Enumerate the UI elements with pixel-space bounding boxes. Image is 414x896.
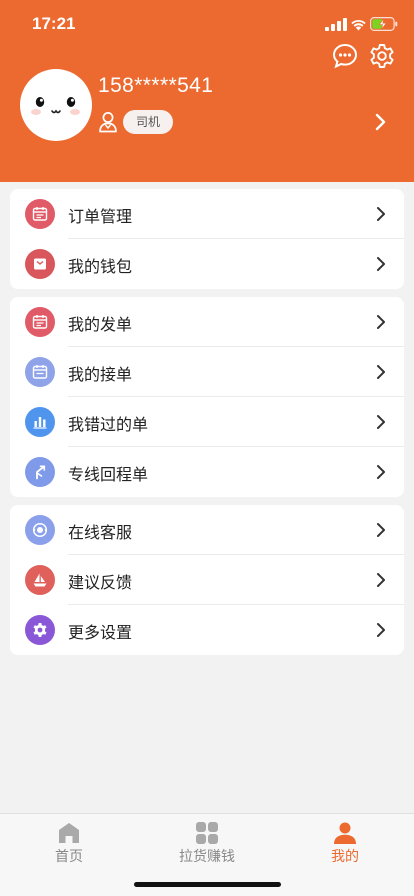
menu-item-label: 我的钱包 (68, 257, 133, 276)
tab-label: 拉货赚钱 (179, 849, 235, 865)
status-bar: 17:21 (0, 0, 414, 48)
tab-home[interactable]: 首页 (0, 814, 138, 874)
profile-header: 17:21 158*****541 司机 (0, 0, 414, 182)
menu-item-sent-orders[interactable]: 我的发单 (10, 297, 404, 347)
cellular-signal-icon (325, 18, 347, 31)
missed-orders-icon (25, 407, 55, 437)
menu-item-return-route-orders[interactable]: 专线回程单 (10, 447, 404, 497)
menu-item-label: 我错过的单 (68, 415, 149, 434)
menu-item-label: 在线客服 (68, 523, 133, 542)
battery-charging-icon (370, 17, 398, 31)
chevron-right-icon (377, 523, 385, 537)
menu-item-wallet[interactable]: 我的钱包 (10, 239, 404, 289)
home-icon (59, 823, 79, 843)
sent-orders-icon (25, 307, 55, 337)
avatar[interactable] (20, 69, 92, 141)
chevron-right-icon (377, 365, 385, 379)
driver-user-icon (99, 112, 117, 133)
chevron-right-icon (377, 315, 385, 329)
menu-item-label: 更多设置 (68, 623, 133, 642)
feedback-icon (25, 565, 55, 595)
menu-item-customer-service[interactable]: 在线客服 (10, 505, 404, 555)
menu-item-feedback[interactable]: 建议反馈 (10, 555, 404, 605)
role-badge: 司机 (123, 110, 173, 134)
chevron-right-icon (377, 465, 385, 479)
wallet-icon (25, 249, 55, 279)
message-icon[interactable] (331, 42, 359, 70)
menu-item-more-settings[interactable]: 更多设置 (10, 605, 404, 655)
emoji-face-icon (31, 97, 80, 115)
tab-label: 我的 (331, 849, 359, 865)
grid-icon (196, 822, 218, 844)
wifi-icon (351, 19, 366, 31)
menu-group-support: 在线客服 建议反馈 更多设置 (10, 505, 404, 655)
person-icon (334, 822, 356, 844)
chevron-right-icon (377, 573, 385, 587)
accepted-orders-icon (25, 357, 55, 387)
menu-group-order-lists: 我的发单 我的接单 我错过的单 专线回程单 (10, 297, 404, 497)
menu-item-label: 我的发单 (68, 315, 133, 334)
chevron-right-icon (377, 623, 385, 637)
menu-item-label: 我的接单 (68, 365, 133, 384)
menu-item-label: 专线回程单 (68, 465, 149, 484)
chevron-right-icon (377, 257, 385, 271)
tab-haul-earn[interactable]: 拉货赚钱 (138, 814, 276, 874)
menu-group-orders-wallet: 订单管理 我的钱包 (10, 189, 404, 289)
status-time: 17:21 (32, 14, 76, 33)
order-management-icon (25, 199, 55, 229)
profile-chevron-right-icon[interactable] (373, 112, 387, 132)
home-indicator (134, 882, 281, 887)
customer-service-icon (25, 515, 55, 545)
menu-item-order-management[interactable]: 订单管理 (10, 189, 404, 239)
chevron-right-icon (377, 207, 385, 221)
settings-icon (25, 615, 55, 645)
menu-item-label: 订单管理 (68, 207, 133, 226)
menu-item-accepted-orders[interactable]: 我的接单 (10, 347, 404, 397)
tab-label: 首页 (55, 849, 83, 865)
phone-number: 158*****541 (98, 74, 214, 97)
menu-item-missed-orders[interactable]: 我错过的单 (10, 397, 404, 447)
chevron-right-icon (377, 415, 385, 429)
tab-mine[interactable]: 我的 (276, 814, 414, 874)
menu-item-label: 建议反馈 (68, 573, 133, 592)
gear-icon[interactable] (368, 42, 396, 70)
return-route-icon (25, 457, 55, 487)
